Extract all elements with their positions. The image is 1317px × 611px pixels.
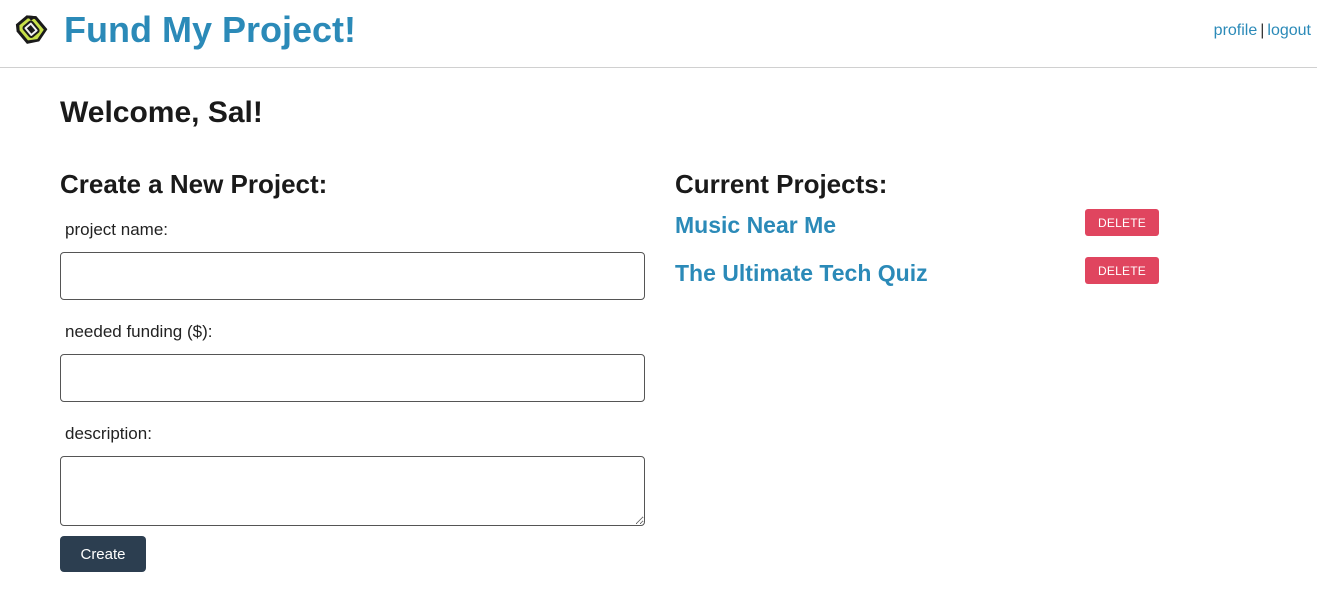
- profile-link[interactable]: profile: [1214, 22, 1258, 39]
- project-list: Music Near Me DELETE The Ultimate Tech Q…: [675, 209, 1165, 305]
- delete-project-button[interactable]: DELETE: [1085, 257, 1159, 284]
- fund-logo-icon[interactable]: [11, 10, 51, 50]
- site-title[interactable]: Fund My Project!: [64, 8, 356, 52]
- description-label: description:: [65, 424, 152, 443]
- project-link[interactable]: Music Near Me: [675, 209, 836, 241]
- needed-funding-input[interactable]: [60, 354, 645, 402]
- top-nav: profile | logout: [1214, 22, 1311, 40]
- current-projects: Current Projects: Music Near Me DELETE T…: [675, 166, 1165, 305]
- project-name-label: project name:: [65, 220, 168, 239]
- project-item: The Ultimate Tech Quiz DELETE: [675, 257, 1165, 305]
- brand[interactable]: Fund My Project!: [11, 8, 356, 52]
- welcome-heading: Welcome, Sal!: [60, 96, 263, 129]
- project-link[interactable]: The Ultimate Tech Quiz: [675, 257, 928, 289]
- site-header: Fund My Project! profile | logout: [0, 0, 1317, 68]
- current-projects-heading: Current Projects:: [675, 169, 888, 199]
- logout-link[interactable]: logout: [1267, 22, 1311, 39]
- create-button[interactable]: Create: [60, 536, 146, 572]
- create-project-heading: Create a New Project:: [60, 169, 328, 199]
- description-textarea[interactable]: [60, 456, 645, 526]
- project-item: Music Near Me DELETE: [675, 209, 1165, 257]
- create-project-form: Create a New Project: project name: need…: [60, 166, 645, 572]
- nav-separator: |: [1260, 22, 1265, 39]
- delete-project-button[interactable]: DELETE: [1085, 209, 1159, 236]
- needed-funding-label: needed funding ($):: [65, 322, 213, 341]
- project-name-input[interactable]: [60, 252, 645, 300]
